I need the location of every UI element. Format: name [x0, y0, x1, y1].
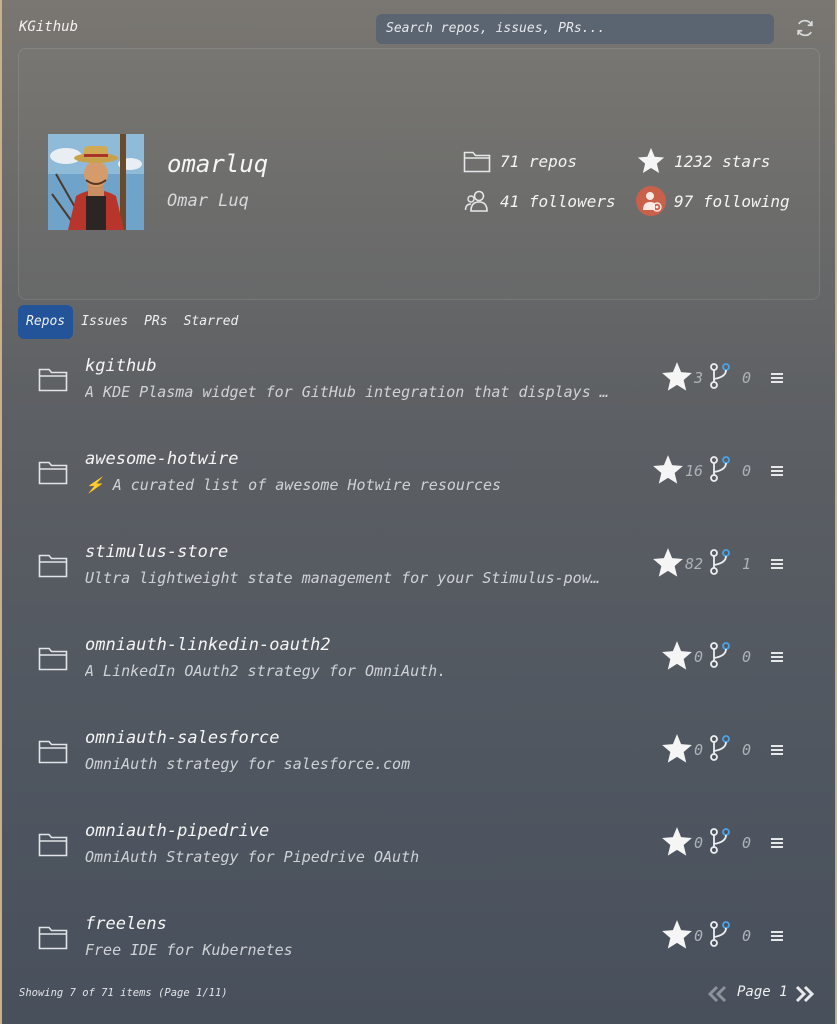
- repo-item[interactable]: omniauth-pipedrive OmniAuth Strategy for …: [18, 807, 820, 900]
- fork-icon[interactable]: [708, 548, 732, 576]
- folder-icon: [462, 146, 492, 176]
- menu-icon[interactable]: [770, 837, 784, 849]
- profile-username: omarluq: [167, 150, 269, 178]
- repo-description: A LinkedIn OAuth2 strategy for OmniAuth.: [85, 662, 447, 680]
- fork-icon[interactable]: [708, 734, 732, 762]
- avatar[interactable]: [48, 134, 144, 230]
- star-icon: [636, 146, 666, 176]
- folder-icon: [38, 926, 68, 950]
- stat-followers-label: 41 followers: [500, 191, 616, 211]
- star-icon[interactable]: [660, 360, 694, 394]
- repo-name[interactable]: stimulus-store: [85, 542, 228, 562]
- repo-item[interactable]: omniauth-linkedin-oauth2 A LinkedIn OAuth…: [18, 621, 820, 714]
- fork-icon[interactable]: [708, 362, 732, 390]
- fork-icon[interactable]: [708, 641, 732, 669]
- menu-icon[interactable]: [770, 558, 784, 570]
- repo-name[interactable]: omniauth-pipedrive: [85, 821, 269, 841]
- stat-stars-label: 1232 stars: [674, 151, 771, 171]
- star-icon[interactable]: [651, 546, 685, 580]
- repo-item[interactable]: freelens Free IDE for Kubernetes 0 0: [18, 900, 820, 993]
- folder-icon: [38, 554, 68, 578]
- repo-item[interactable]: awesome-hotwire ⚡ A curated list of aweso…: [18, 435, 820, 528]
- repo-description: A KDE Plasma widget for GitHub integrati…: [85, 383, 609, 401]
- stat-following[interactable]: 97 following: [636, 186, 790, 216]
- repo-item[interactable]: omniauth-salesforce OmniAuth strategy for…: [18, 714, 820, 807]
- stat-stars[interactable]: 1232 stars: [636, 146, 770, 176]
- fork-icon[interactable]: [708, 827, 732, 855]
- tab-starred[interactable]: Starred: [176, 305, 247, 339]
- profile-full-name: Omar Luq: [167, 191, 249, 211]
- repo-fork-count: 0: [742, 741, 752, 759]
- repo-star-count: 0: [694, 741, 704, 759]
- tab-repos[interactable]: Repos: [18, 305, 74, 339]
- menu-icon[interactable]: [770, 744, 784, 756]
- repo-name[interactable]: omniauth-linkedin-oauth2: [85, 635, 331, 655]
- stat-repos-label: 71 repos: [500, 151, 578, 171]
- repo-description: Free IDE for Kubernetes: [85, 941, 293, 959]
- star-icon[interactable]: [660, 918, 694, 952]
- repo-fork-count: 1: [742, 555, 752, 573]
- repo-description: OmniAuth strategy for salesforce.com: [85, 755, 411, 773]
- fork-icon[interactable]: [708, 920, 732, 948]
- repo-star-count: 16: [685, 462, 704, 480]
- folder-icon: [38, 647, 68, 671]
- kgithub-widget: KGithub Search repos, issues, PRs... oma…: [2, 0, 835, 1024]
- folder-icon: [38, 740, 68, 764]
- repo-item[interactable]: kgithub A KDE Plasma widget for GitHub in…: [18, 342, 820, 435]
- items-count-status: Showing 7 of 71 items (Page 1/11): [19, 987, 228, 999]
- star-icon[interactable]: [660, 639, 694, 673]
- menu-icon[interactable]: [770, 465, 784, 477]
- repo-name[interactable]: freelens: [85, 914, 167, 934]
- tab-issues[interactable]: Issues: [73, 305, 136, 339]
- following-icon: [636, 186, 666, 216]
- search-input[interactable]: Search repos, issues, PRs...: [376, 14, 774, 44]
- repo-fork-count: 0: [742, 648, 752, 666]
- repo-fork-count: 0: [742, 462, 752, 480]
- stat-repos[interactable]: 71 repos: [462, 146, 577, 176]
- menu-icon[interactable]: [770, 651, 784, 663]
- followers-icon: [462, 186, 492, 216]
- menu-icon[interactable]: [770, 372, 784, 384]
- chevron-double-left-icon[interactable]: [706, 984, 728, 1004]
- app-title: KGithub: [19, 19, 79, 35]
- repo-fork-count: 0: [742, 927, 752, 945]
- repo-name[interactable]: kgithub: [85, 356, 157, 376]
- repo-description: Ultra lightweight state management for y…: [85, 569, 600, 587]
- repo-description: ⚡ A curated list of awesome Hotwire reso…: [85, 476, 502, 494]
- repo-fork-count: 0: [742, 369, 752, 387]
- star-icon[interactable]: [660, 732, 694, 766]
- repo-star-count: 0: [694, 927, 704, 945]
- folder-icon: [38, 833, 68, 857]
- page-indicator: Page 1: [737, 984, 788, 1000]
- folder-icon: [38, 461, 68, 485]
- stat-following-label: 97 following: [674, 191, 790, 211]
- repo-item[interactable]: stimulus-store Ultra lightweight state ma…: [18, 528, 820, 621]
- stat-followers[interactable]: 41 followers: [462, 186, 616, 216]
- refresh-icon[interactable]: [794, 17, 816, 39]
- menu-icon[interactable]: [770, 930, 784, 942]
- repo-name[interactable]: omniauth-salesforce: [85, 728, 279, 748]
- repo-star-count: 0: [694, 648, 704, 666]
- chevron-double-right-icon[interactable]: [794, 984, 816, 1004]
- tab-bar: Repos Issues PRs Starred: [18, 305, 246, 339]
- star-icon[interactable]: [651, 453, 685, 487]
- repo-name[interactable]: awesome-hotwire: [85, 449, 239, 469]
- repo-fork-count: 0: [742, 834, 752, 852]
- repo-star-count: 0: [694, 834, 704, 852]
- fork-icon[interactable]: [708, 455, 732, 483]
- folder-icon: [38, 368, 68, 392]
- repo-star-count: 82: [685, 555, 704, 573]
- star-icon[interactable]: [660, 825, 694, 859]
- repo-description: OmniAuth Strategy for Pipedrive OAuth: [85, 848, 420, 866]
- repo-star-count: 3: [694, 369, 704, 387]
- tab-prs[interactable]: PRs: [136, 305, 175, 339]
